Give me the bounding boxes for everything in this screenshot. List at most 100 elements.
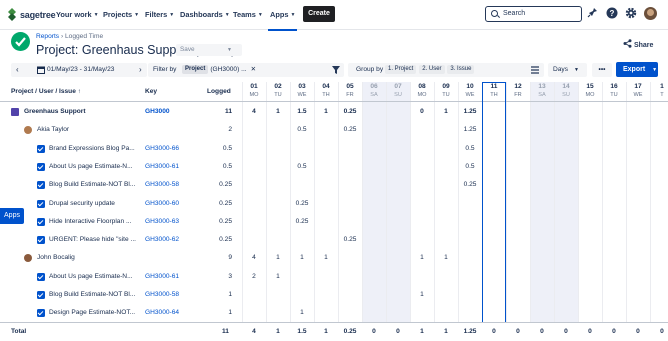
- day-cell[interactable]: 0: [410, 103, 434, 121]
- issue-key-link[interactable]: GH3000-61: [145, 158, 179, 176]
- day-cell[interactable]: 0.25: [458, 176, 482, 194]
- filter-icon[interactable]: [332, 66, 340, 74]
- day-cell[interactable]: 0.25: [290, 195, 314, 213]
- settings-gear-icon[interactable]: [624, 7, 638, 21]
- apps-side-tab[interactable]: Apps: [0, 208, 24, 224]
- create-button[interactable]: Create: [303, 6, 335, 22]
- issue-row[interactable]: Design Page Estimate-NOT... GH3000-64 1 1: [0, 304, 668, 322]
- issue-row[interactable]: Blog Build Estimate-NOT Bl... GH3000-58 0.…: [0, 176, 668, 194]
- day-cell[interactable]: 0.25: [338, 231, 362, 249]
- share-button[interactable]: Share: [623, 39, 653, 49]
- day-header: 01 MO: [249, 83, 259, 98]
- row-label[interactable]: Drupal security update: [49, 195, 140, 213]
- row-label[interactable]: URGENT: Please hide "site ...: [49, 231, 140, 249]
- save-button[interactable]: Save ▼: [176, 44, 242, 56]
- row-label[interactable]: Greenhaus Support: [24, 103, 140, 121]
- day-cell[interactable]: 2: [242, 268, 266, 286]
- header-issue[interactable]: Project / User / Issue ↑: [11, 88, 81, 95]
- day-cell[interactable]: 0.25: [338, 103, 362, 121]
- header-key[interactable]: Key: [145, 88, 157, 95]
- day-cell[interactable]: 0.5: [458, 140, 482, 158]
- day-cell[interactable]: 1.5: [290, 103, 314, 121]
- row-label[interactable]: About Us page Estimate-N...: [49, 268, 140, 286]
- user-avatar[interactable]: [644, 7, 657, 20]
- help-icon[interactable]: ?: [605, 7, 619, 21]
- list-icon[interactable]: [531, 66, 539, 74]
- issue-row[interactable]: Brand Expressions Blog Pa... GH3000-66 0.5…: [0, 140, 668, 158]
- menu-projects[interactable]: Projects ▼: [103, 10, 139, 19]
- day-cell[interactable]: 1: [266, 249, 290, 267]
- day-cell[interactable]: 1.25: [458, 121, 482, 139]
- next-arrow-icon[interactable]: ›: [139, 63, 142, 77]
- menu-filters[interactable]: Filters ▼: [145, 10, 174, 19]
- filter-bar[interactable]: Filter by Project (GH3000) ... ✕: [148, 63, 344, 77]
- notifications-icon[interactable]: [585, 7, 599, 21]
- menu-apps[interactable]: Apps ▼: [267, 10, 298, 31]
- day-cell[interactable]: 1: [266, 268, 290, 286]
- day-cell[interactable]: 1: [410, 286, 434, 304]
- days-dropdown[interactable]: Days ▼: [548, 63, 587, 77]
- row-label[interactable]: Blog Build Estimate-NOT Bl...: [49, 286, 140, 304]
- row-label[interactable]: Hide Interactive Floorplan ...: [49, 213, 140, 231]
- day-cell[interactable]: 0.5: [290, 121, 314, 139]
- day-cell[interactable]: 0.25: [290, 213, 314, 231]
- day-cell[interactable]: 1: [290, 249, 314, 267]
- day-cell[interactable]: 0.25: [338, 121, 362, 139]
- sagetree-logo[interactable]: sagetree: [7, 8, 56, 21]
- issue-key-link[interactable]: GH3000-58: [145, 176, 179, 194]
- day-cell[interactable]: 1: [314, 249, 338, 267]
- search-input[interactable]: Search: [485, 6, 582, 22]
- row-label[interactable]: Akia Taylor: [37, 121, 140, 139]
- breadcrumb-logged-time[interactable]: Logged Time: [65, 33, 103, 40]
- issue-key-link[interactable]: GH3000-66: [145, 140, 179, 158]
- issue-row[interactable]: URGENT: Please hide "site ... GH3000-62 0.…: [0, 231, 668, 249]
- remove-filter-icon[interactable]: ✕: [251, 66, 257, 73]
- prev-arrow-icon[interactable]: ‹: [16, 63, 19, 77]
- issue-row[interactable]: About Us page Estimate-N... GH3000-61 0.5 0…: [0, 158, 668, 176]
- day-cell[interactable]: 0.5: [290, 158, 314, 176]
- total-day-cell: 0: [612, 328, 616, 335]
- day-cell[interactable]: 1: [434, 103, 458, 121]
- user-row[interactable]: Akia Taylor 2 0.5 0.25 1.25: [0, 121, 668, 139]
- export-button[interactable]: Export ▼: [616, 62, 658, 77]
- day-cell[interactable]: 4: [242, 249, 266, 267]
- date-range-picker[interactable]: ‹ 01/May/23 - 31/May/23 ›: [11, 63, 147, 77]
- project-row[interactable]: Greenhaus Support GH3000 11 4 1 1.5 1 0.25 0 1 1.2…: [0, 103, 668, 121]
- row-label[interactable]: Blog Build Estimate-NOT Bl...: [49, 176, 140, 194]
- more-actions-button[interactable]: •••: [592, 63, 612, 77]
- menu-teams[interactable]: Teams ▼: [233, 10, 263, 19]
- issue-row[interactable]: Hide Interactive Floorplan ... GH3000-63 0…: [0, 213, 668, 231]
- issue-row[interactable]: Drupal security update GH3000-60 0.25 0.25: [0, 195, 668, 213]
- user-row[interactable]: John Bocalig 9 4 1 1 1 1 1: [0, 249, 668, 267]
- issue-key-link[interactable]: GH3000-62: [145, 231, 179, 249]
- header-logged[interactable]: Logged: [207, 88, 231, 95]
- group-chip-project[interactable]: 1. Project: [385, 65, 417, 74]
- breadcrumb-reports[interactable]: Reports: [36, 33, 59, 40]
- day-cell[interactable]: 1.25: [458, 103, 482, 121]
- day-cell[interactable]: 1: [266, 103, 290, 121]
- issue-key-link[interactable]: GH3000-61: [145, 268, 179, 286]
- group-chip-user[interactable]: 2. User: [419, 65, 445, 74]
- issue-row[interactable]: About Us page Estimate-N... GH3000-61 3 2 1: [0, 268, 668, 286]
- group-by-bar[interactable]: Group by 1. Project 2. User 3. Issue: [348, 63, 544, 77]
- row-label[interactable]: Design Page Estimate-NOT...: [49, 304, 140, 322]
- issue-row[interactable]: Blog Build Estimate-NOT Bl... GH3000-58 1 1: [0, 286, 668, 304]
- group-chip-issue[interactable]: 3. Issue: [447, 65, 475, 74]
- menu-dashboards[interactable]: Dashboards ▼: [180, 10, 230, 19]
- day-cell[interactable]: 4: [242, 103, 266, 121]
- filter-chip[interactable]: Project (GH3000) ... ✕: [181, 63, 256, 77]
- row-label[interactable]: John Bocalig: [37, 249, 140, 267]
- issue-key-link[interactable]: GH3000-58: [145, 286, 179, 304]
- issue-key-link[interactable]: GH3000-64: [145, 304, 179, 322]
- day-cell[interactable]: 1: [314, 103, 338, 121]
- row-label[interactable]: Brand Expressions Blog Pa...: [49, 140, 140, 158]
- row-label[interactable]: About Us page Estimate-N...: [49, 158, 140, 176]
- issue-key-link[interactable]: GH3000-63: [145, 213, 179, 231]
- day-cell[interactable]: 1: [410, 249, 434, 267]
- issue-key-link[interactable]: GH3000-60: [145, 195, 179, 213]
- issue-key-link[interactable]: GH3000: [145, 103, 170, 121]
- day-cell[interactable]: 1: [434, 249, 458, 267]
- day-cell[interactable]: 1: [290, 304, 314, 322]
- day-cell[interactable]: 0.5: [458, 158, 482, 176]
- menu-your-work[interactable]: Your work ▼: [56, 10, 99, 19]
